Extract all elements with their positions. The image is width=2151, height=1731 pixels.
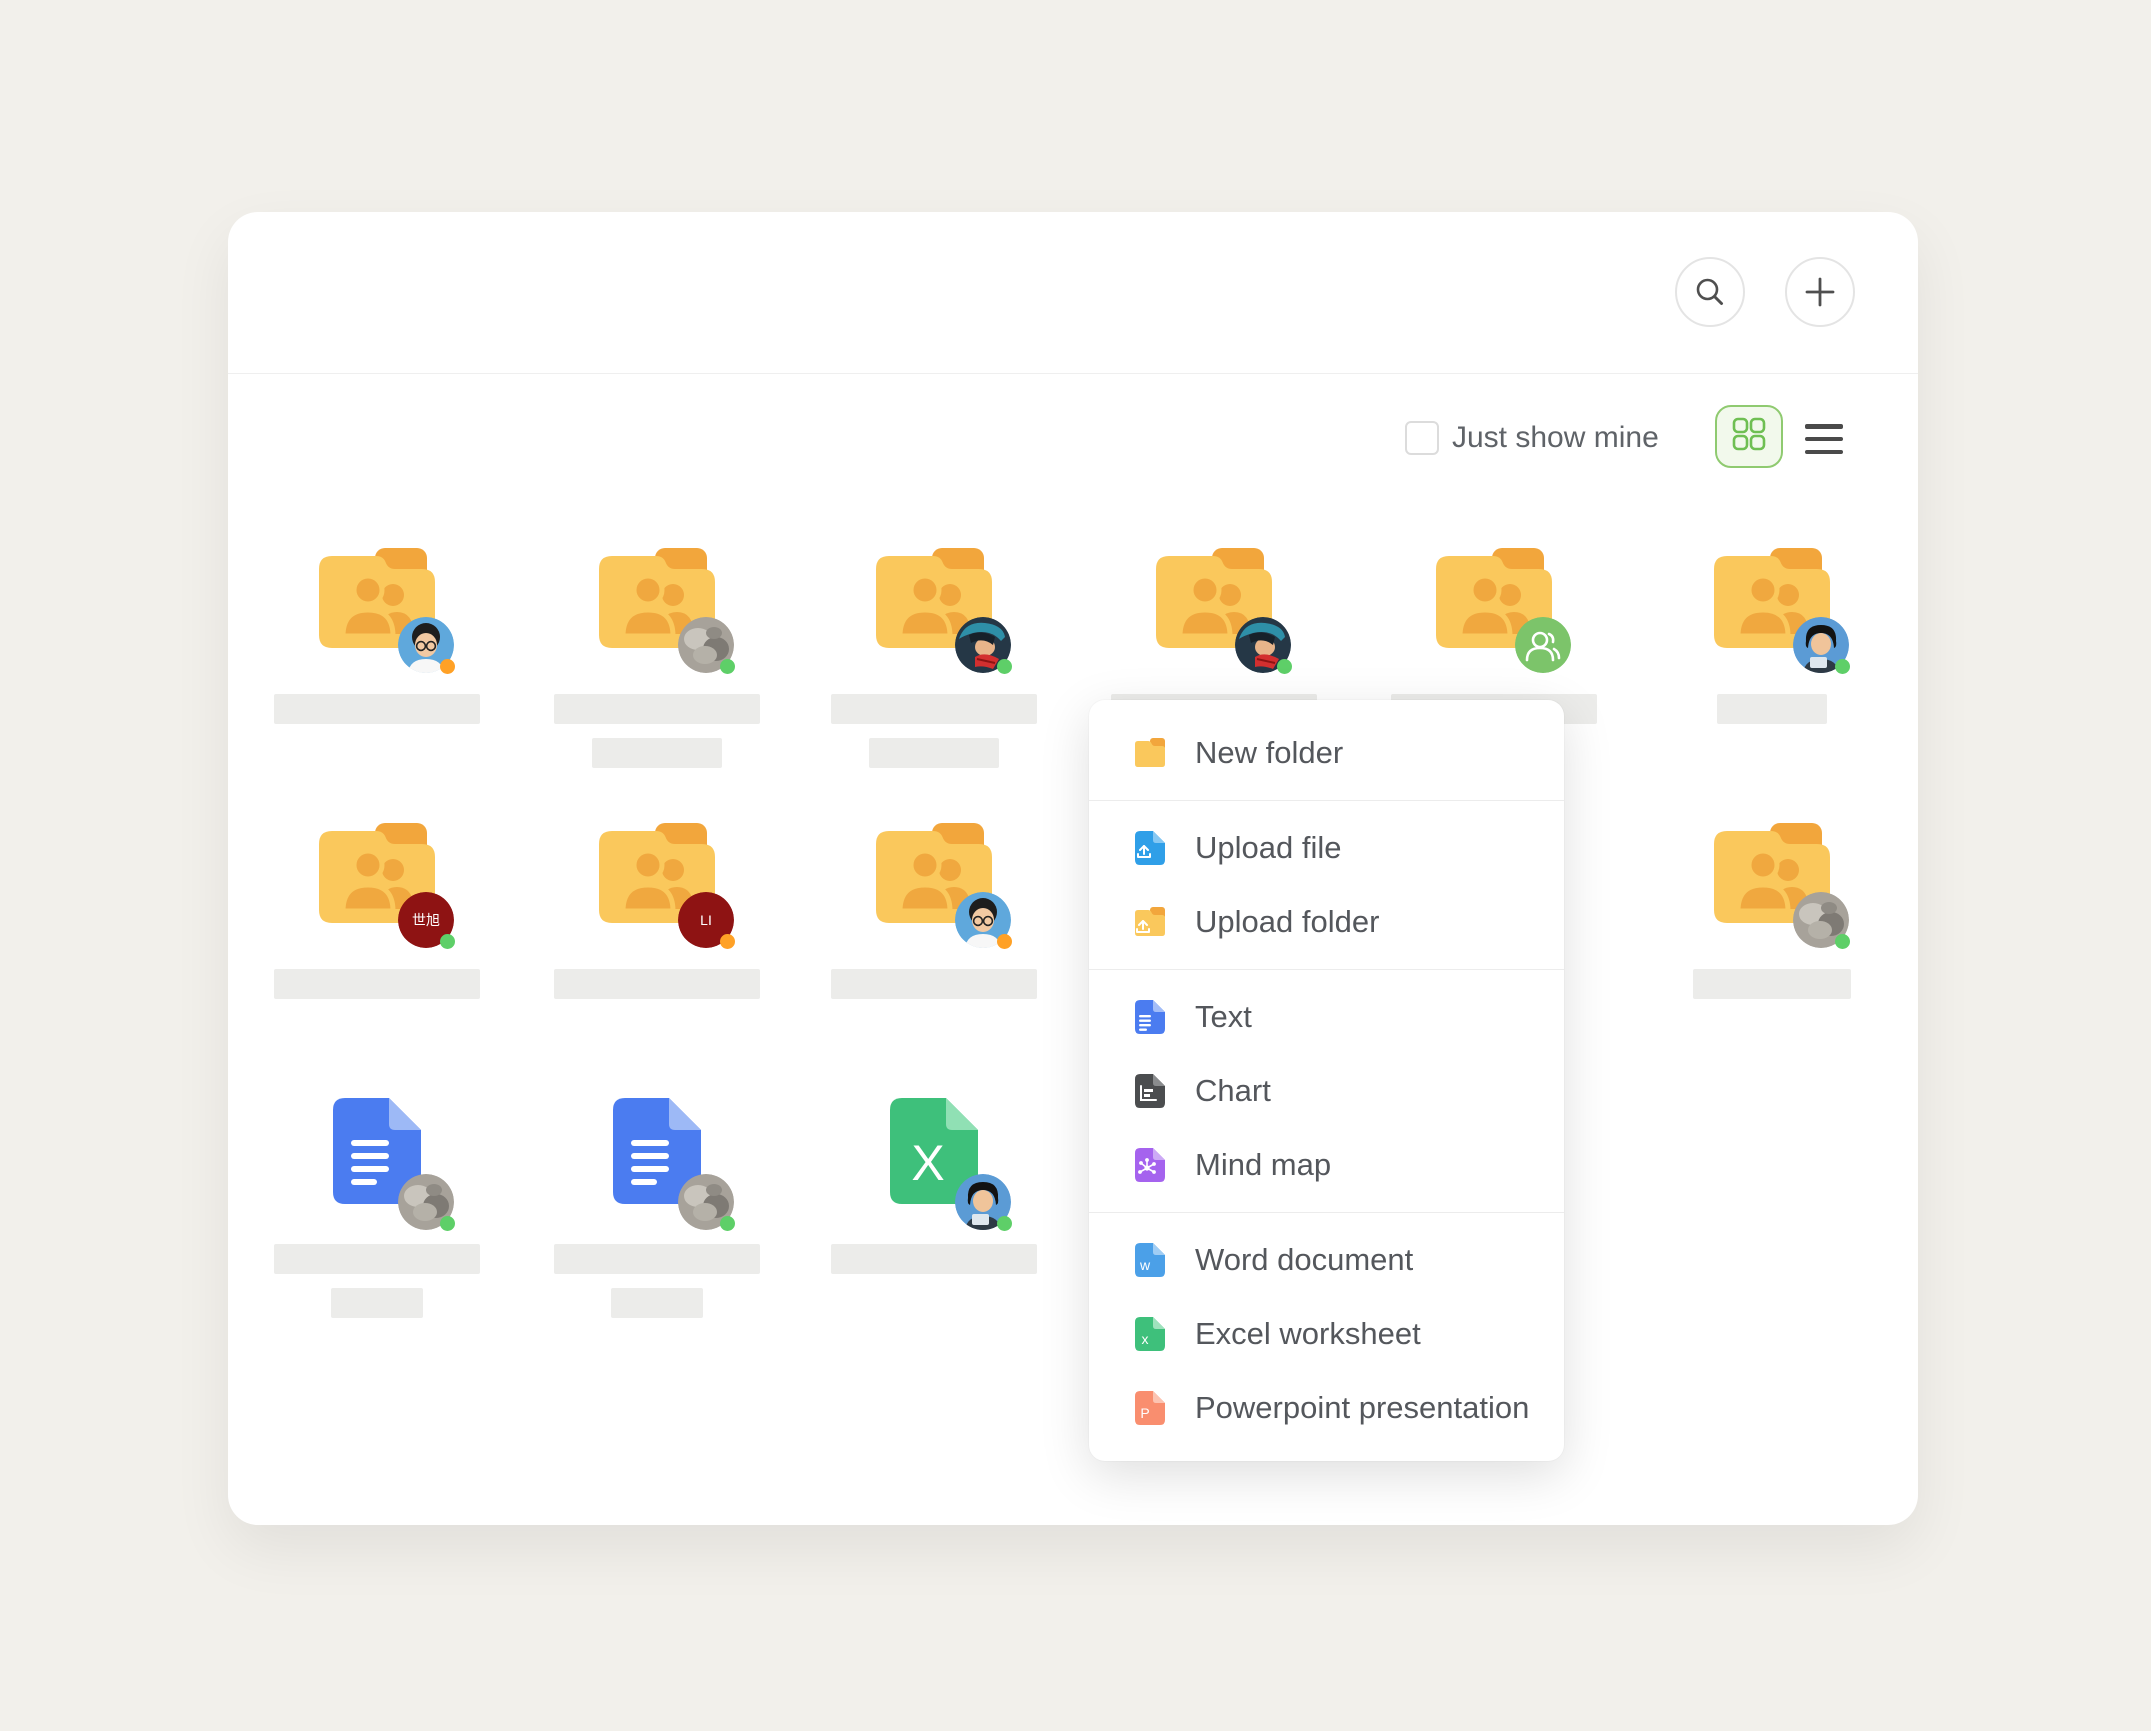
- owner-avatar-group: [1515, 617, 1571, 673]
- menu-section: Text Chart Mind map: [1089, 969, 1564, 1212]
- main-window: Just show mine: [228, 212, 1918, 1525]
- status-dot-green: [1835, 659, 1850, 674]
- filename-skeleton-bar: [831, 969, 1037, 999]
- menu-item-label: Mind map: [1195, 1147, 1331, 1183]
- menu-item-label: Text: [1195, 999, 1252, 1035]
- mindmap-icon: [1131, 1146, 1169, 1184]
- add-button[interactable]: [1785, 257, 1855, 327]
- filename-skeleton-bar: [592, 738, 722, 768]
- create-new-dropdown-menu: New folder Upload file Upload folder Tex…: [1089, 700, 1564, 1461]
- grid-view-button[interactable]: [1715, 405, 1783, 468]
- filename-skeleton-bar: [1717, 694, 1827, 724]
- folder-item[interactable]: [274, 548, 480, 783]
- filename-skeleton-bar: [554, 694, 760, 724]
- filename-skeleton-bar: [831, 694, 1037, 724]
- svg-text:LI: LI: [700, 912, 712, 928]
- file-item[interactable]: X: [831, 1098, 1037, 1333]
- menu-item-word[interactable]: w Word document: [1089, 1223, 1564, 1297]
- filename-skeleton-bar: [331, 1288, 423, 1318]
- filename-skeleton-bar: [274, 969, 480, 999]
- filename-skeleton-bar: [274, 694, 480, 724]
- svg-text:世旭: 世旭: [412, 912, 440, 928]
- word-icon: w: [1131, 1241, 1169, 1279]
- menu-item-ppt[interactable]: P Powerpoint presentation: [1089, 1371, 1564, 1445]
- filename-skeleton-bar: [554, 1244, 760, 1274]
- status-dot-green: [997, 1216, 1012, 1231]
- menu-item-label: Chart: [1195, 1073, 1271, 1109]
- folder-item[interactable]: [1669, 548, 1875, 783]
- menu-item-chart[interactable]: Chart: [1089, 1054, 1564, 1128]
- filename-skeleton-bar: [554, 969, 760, 999]
- grid-view-icon: [1729, 414, 1769, 459]
- chart-icon: [1131, 1072, 1169, 1110]
- menu-section: Upload file Upload folder: [1089, 800, 1564, 969]
- menu-item-label: Upload folder: [1195, 904, 1379, 940]
- folder-item[interactable]: [554, 548, 760, 783]
- filename-skeleton-bar: [611, 1288, 703, 1318]
- status-dot-green: [1277, 659, 1292, 674]
- search-button[interactable]: [1675, 257, 1745, 327]
- just-show-mine-label: Just show mine: [1452, 419, 1659, 457]
- status-dot-green: [997, 659, 1012, 674]
- menu-item-text[interactable]: Text: [1089, 980, 1564, 1054]
- header-divider: [228, 373, 1918, 374]
- svg-text:w: w: [1139, 1257, 1151, 1273]
- status-dot-green: [720, 1216, 735, 1231]
- menu-item-upload-folder[interactable]: Upload folder: [1089, 885, 1564, 959]
- filename-skeleton-bar: [831, 1244, 1037, 1274]
- folder-item[interactable]: [1669, 823, 1875, 1058]
- folder-item[interactable]: [831, 548, 1037, 783]
- menu-item-label: Upload file: [1195, 830, 1341, 866]
- file-item[interactable]: [274, 1098, 480, 1333]
- status-dot-green: [440, 1216, 455, 1231]
- filename-skeleton-bar: [869, 738, 999, 768]
- excel-icon: x: [1131, 1315, 1169, 1353]
- status-dot-orange: [440, 659, 455, 674]
- folder-item[interactable]: 世旭: [274, 823, 480, 1058]
- filename-skeleton-bar: [274, 1244, 480, 1274]
- upload-folder-icon: [1131, 903, 1169, 941]
- list-view-button[interactable]: [1805, 422, 1843, 456]
- file-item[interactable]: [554, 1098, 760, 1333]
- menu-item-upload-file[interactable]: Upload file: [1089, 811, 1564, 885]
- status-dot-green: [440, 934, 455, 949]
- status-dot-orange: [720, 934, 735, 949]
- menu-item-label: Word document: [1195, 1242, 1413, 1278]
- upload-file-icon: [1131, 829, 1169, 867]
- menu-item-label: Powerpoint presentation: [1195, 1390, 1529, 1426]
- menu-item-label: Excel worksheet: [1195, 1316, 1421, 1352]
- filename-skeleton-bar: [1693, 969, 1851, 999]
- svg-text:P: P: [1140, 1405, 1149, 1421]
- menu-section: New folder: [1089, 706, 1564, 800]
- status-dot-orange: [997, 934, 1012, 949]
- menu-item-new-folder[interactable]: New folder: [1089, 716, 1564, 790]
- new-folder-icon: [1131, 734, 1169, 772]
- ppt-icon: P: [1131, 1389, 1169, 1427]
- list-view-icon: [1805, 424, 1843, 429]
- menu-item-excel[interactable]: x Excel worksheet: [1089, 1297, 1564, 1371]
- menu-section: w Word document x Excel worksheet P Powe…: [1089, 1212, 1564, 1455]
- menu-item-label: New folder: [1195, 735, 1343, 771]
- text-icon: [1131, 998, 1169, 1036]
- plus-icon: [1803, 275, 1837, 309]
- folder-item[interactable]: LI: [554, 823, 760, 1058]
- svg-text:X: X: [911, 1135, 944, 1191]
- svg-text:x: x: [1142, 1331, 1149, 1347]
- just-show-mine-checkbox[interactable]: [1405, 421, 1439, 455]
- status-dot-green: [1835, 934, 1850, 949]
- search-icon: [1693, 275, 1727, 309]
- status-dot-green: [720, 659, 735, 674]
- folder-item[interactable]: [831, 823, 1037, 1058]
- menu-item-mindmap[interactable]: Mind map: [1089, 1128, 1564, 1202]
